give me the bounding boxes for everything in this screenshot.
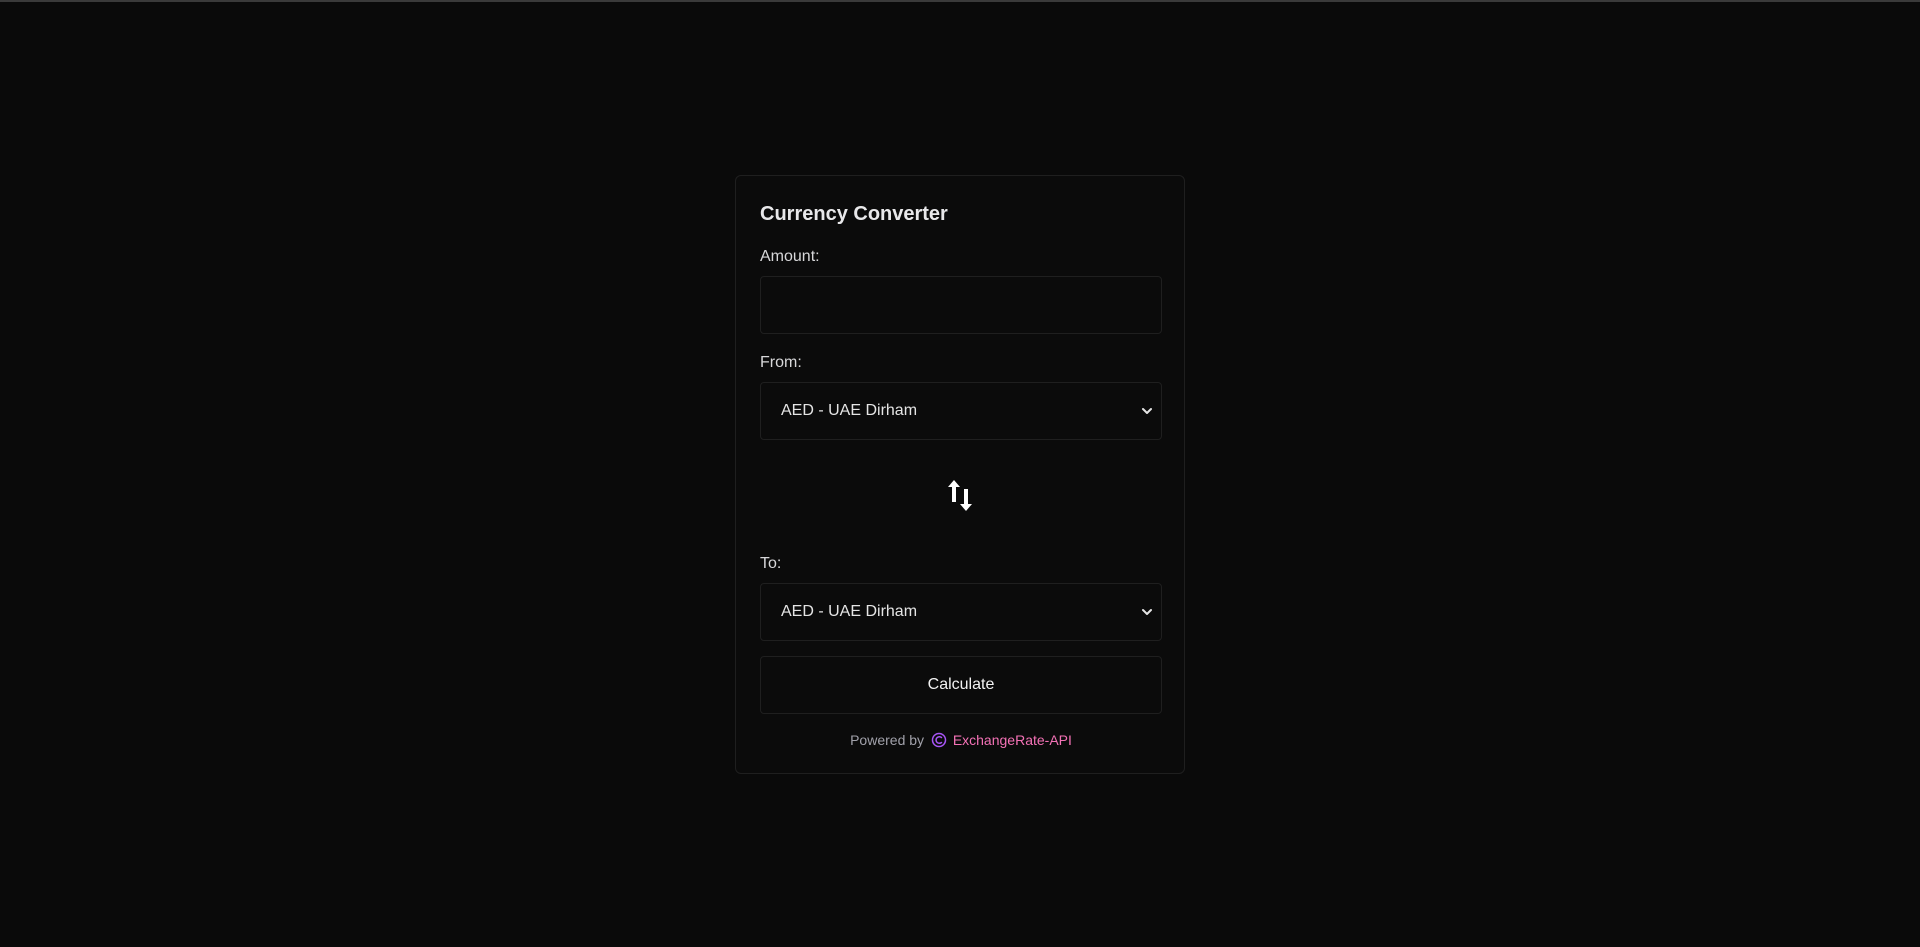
chevron-down-icon: [1142, 609, 1152, 615]
exchangerate-api-link[interactable]: ExchangeRate-API: [953, 732, 1072, 748]
swap-arrows-icon[interactable]: [945, 478, 977, 514]
from-label: From:: [760, 354, 802, 371]
chevron-down-icon: [1142, 408, 1152, 414]
to-currency-value: AED - UAE Dirham: [781, 603, 918, 620]
window-top-border: [0, 0, 1920, 2]
amount-label: Amount:: [760, 248, 820, 265]
from-currency-value: AED - UAE Dirham: [781, 402, 918, 419]
to-currency-select[interactable]: AED - UAE Dirham: [760, 583, 1162, 641]
exchangerate-logo-icon: [931, 732, 947, 748]
amount-input[interactable]: [761, 277, 1161, 333]
page-title: Currency Converter: [760, 203, 948, 225]
calculate-button[interactable]: Calculate: [760, 656, 1162, 714]
currency-converter-card: Currency Converter Amount: From: AED - U…: [735, 175, 1185, 774]
powered-by-text: Powered by: [850, 732, 925, 748]
from-currency-select[interactable]: AED - UAE Dirham: [760, 382, 1162, 440]
powered-by-footer: Powered by ExchangeRate-API: [736, 732, 1186, 748]
amount-field-wrapper: [760, 276, 1162, 334]
to-label: To:: [760, 555, 782, 572]
